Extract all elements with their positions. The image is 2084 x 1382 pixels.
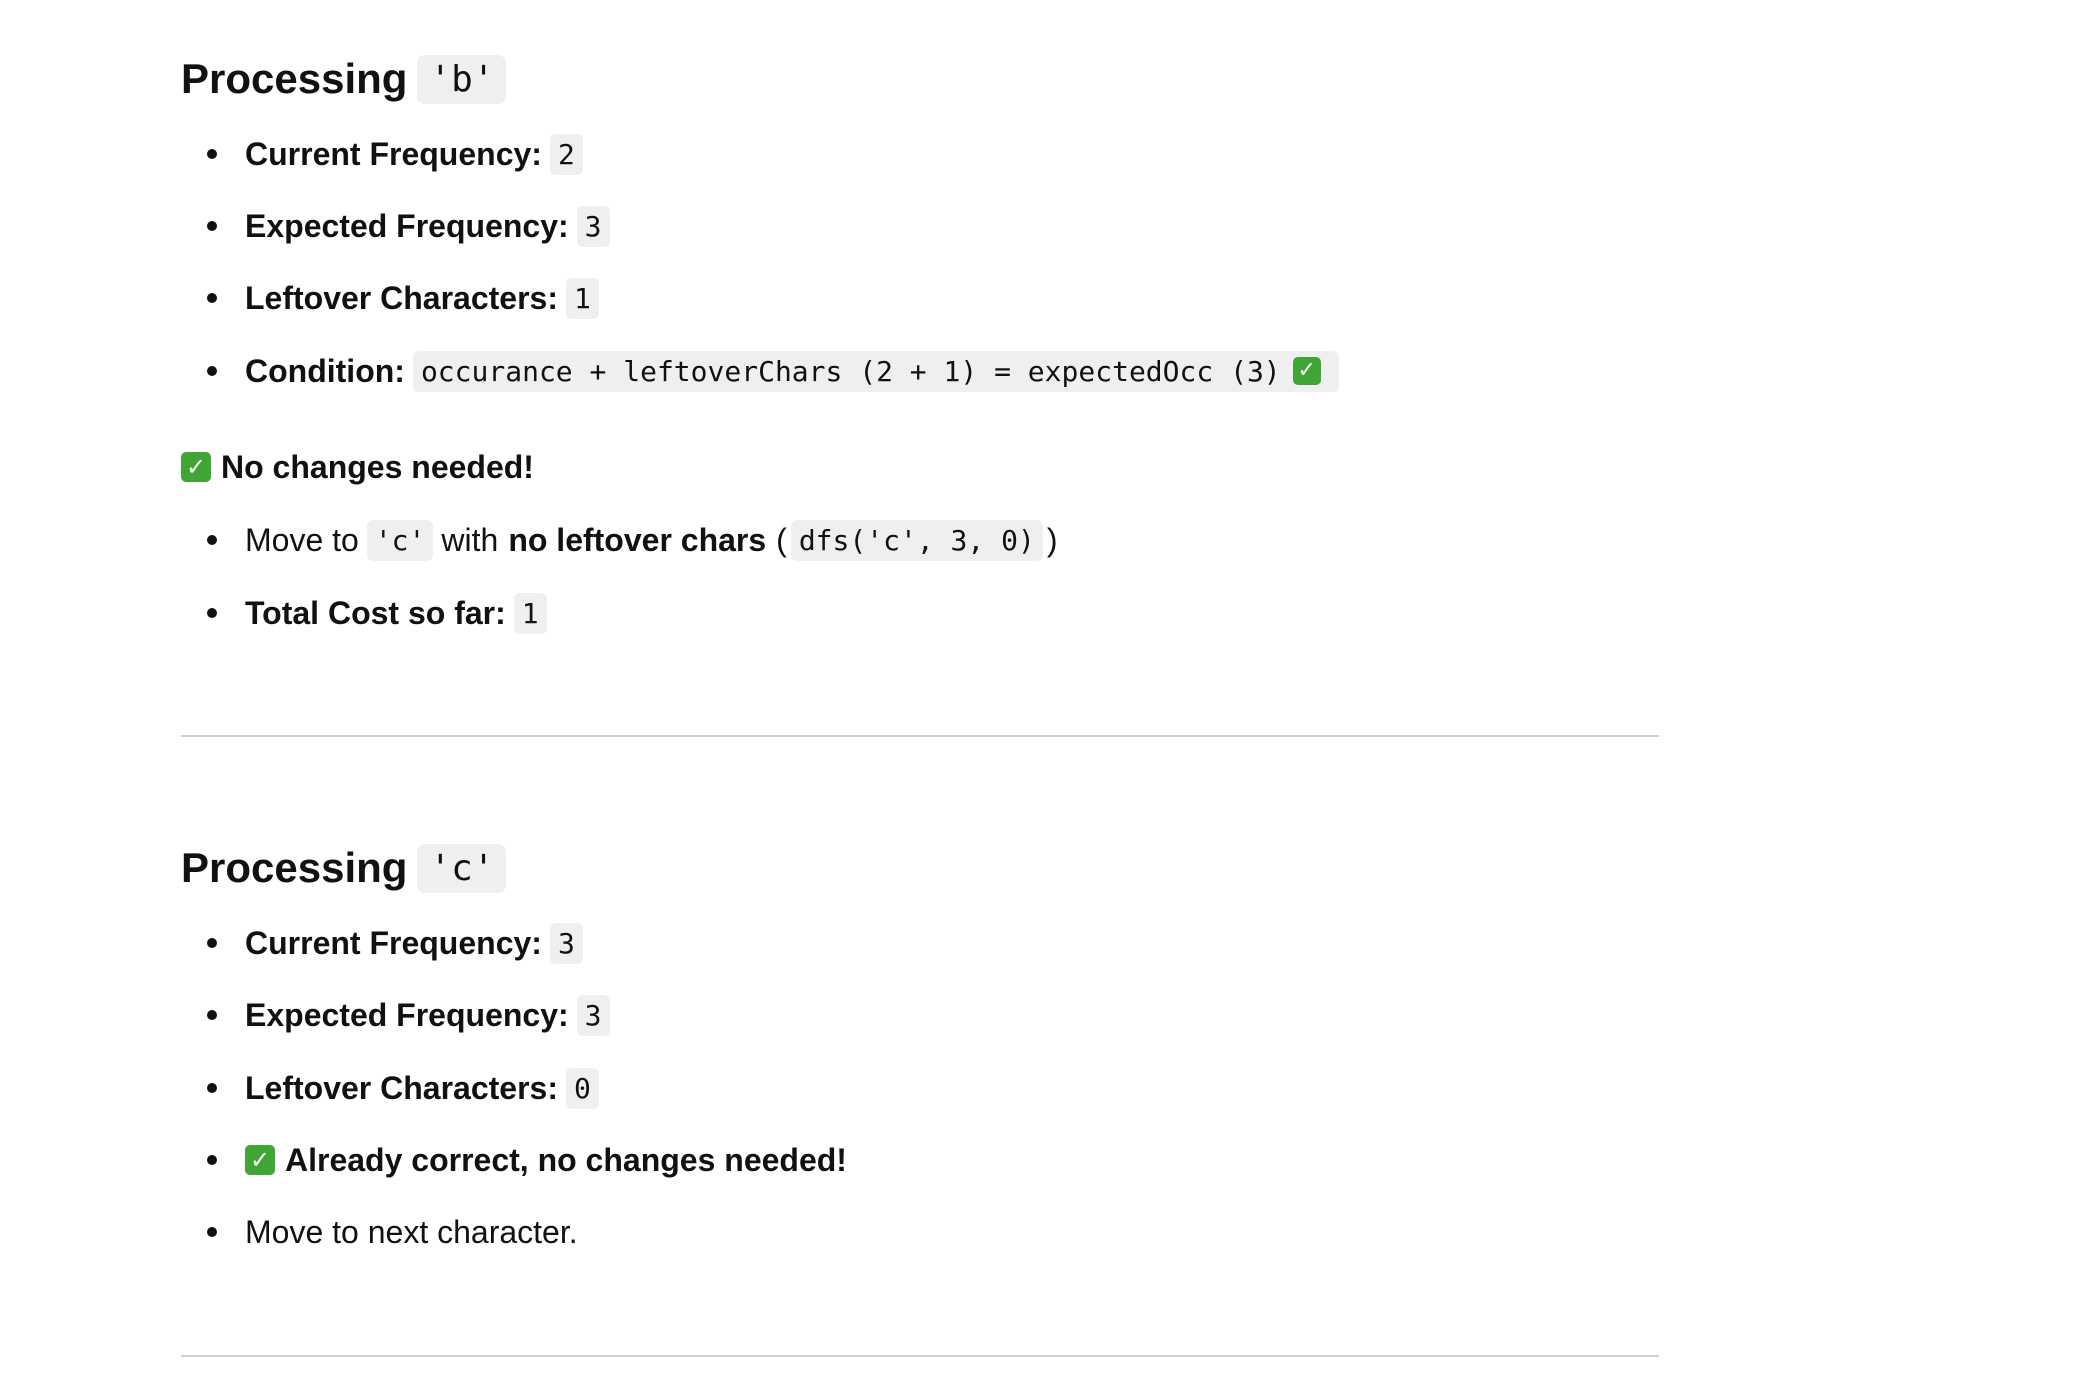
condition-label: Condition: — [245, 352, 405, 389]
list-item-leftover-characters: Leftover Characters: 1 — [181, 274, 599, 322]
bullet — [207, 366, 217, 376]
move-bold: no leftover chars — [508, 521, 767, 558]
move-close-paren: ) — [1046, 521, 1058, 558]
leftover-characters-label: Leftover Characters: — [245, 279, 558, 316]
already-correct-text: Already correct, no changes needed! — [285, 1141, 847, 1178]
list-item-total-cost: Total Cost so far: 1 — [181, 589, 547, 637]
list-item-already-correct: ✓ Already correct, no changes needed! — [181, 1136, 847, 1184]
bullet — [207, 608, 217, 618]
section-heading-b: Processing 'b' — [181, 51, 507, 107]
total-cost-label: Total Cost so far: — [245, 594, 506, 631]
bullet — [207, 149, 217, 159]
heading-char-code: 'b' — [417, 54, 507, 104]
check-mark-button-icon: ✓ — [245, 1145, 275, 1175]
current-frequency-value: 3 — [549, 922, 583, 964]
leftover-characters-label: Leftover Characters: — [245, 1069, 558, 1106]
heading-text: Processing — [181, 844, 408, 891]
bullet — [207, 1010, 217, 1020]
check-mark-button-icon: ✓ — [1292, 357, 1321, 385]
current-frequency-label: Current Frequency: — [245, 135, 542, 172]
bullet — [207, 1227, 217, 1237]
no-changes-note: ✓ No changes needed! — [181, 443, 534, 491]
list-item-current-frequency: Current Frequency: 3 — [181, 919, 583, 967]
total-cost-value: 1 — [513, 592, 547, 634]
list-item-leftover-characters: Leftover Characters: 0 — [181, 1064, 599, 1112]
horizontal-divider — [181, 1355, 1659, 1357]
list-item-move-next: Move to next character. — [181, 1208, 578, 1256]
current-frequency-value: 2 — [549, 133, 583, 175]
move-next-text: Move to next character. — [245, 1213, 578, 1250]
no-changes-text: No changes needed! — [221, 448, 534, 485]
bullet — [207, 293, 217, 303]
list-item-move-to: Move to 'c' with no leftover chars ( dfs… — [181, 516, 1058, 564]
expected-frequency-value: 3 — [576, 205, 610, 247]
bullet — [207, 1083, 217, 1093]
leftover-characters-value: 1 — [566, 277, 599, 319]
condition-code: occurance + leftoverChars (2 + 1) = expe… — [412, 350, 1339, 392]
move-dfs-code: dfs('c', 3, 0) — [790, 519, 1043, 561]
section-heading-c: Processing 'c' — [181, 840, 507, 896]
heading-char-code: 'c' — [417, 843, 507, 893]
expected-frequency-value: 3 — [576, 994, 610, 1036]
leftover-characters-value: 0 — [566, 1067, 599, 1109]
list-item-expected-frequency: Expected Frequency: 3 — [181, 202, 610, 250]
move-with: with — [441, 521, 499, 558]
bullet — [207, 221, 217, 231]
check-mark-button-icon: ✓ — [181, 452, 211, 482]
move-open-paren: ( — [776, 521, 787, 558]
bullet — [207, 535, 217, 545]
list-item-condition: Condition: occurance + leftoverChars (2 … — [181, 347, 1339, 395]
expected-frequency-label: Expected Frequency: — [245, 996, 569, 1033]
bullet — [207, 938, 217, 948]
list-item-expected-frequency: Expected Frequency: 3 — [181, 991, 610, 1039]
expected-frequency-label: Expected Frequency: — [245, 207, 569, 244]
move-prefix: Move to — [245, 521, 359, 558]
move-char-code: 'c' — [366, 519, 434, 561]
horizontal-divider — [181, 735, 1659, 737]
bullet — [207, 1155, 217, 1165]
list-item-current-frequency: Current Frequency: 2 — [181, 130, 583, 178]
condition-code-text: occurance + leftoverChars (2 + 1) = expe… — [420, 354, 1281, 388]
current-frequency-label: Current Frequency: — [245, 924, 542, 961]
heading-text: Processing — [181, 55, 408, 102]
